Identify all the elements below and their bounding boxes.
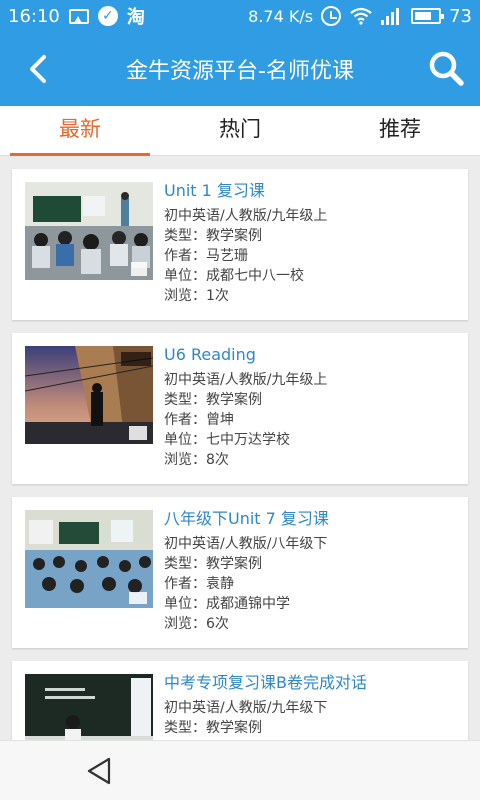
lesson-views: 浏览：6次 [164, 616, 229, 632]
lesson-type: 类型：教学案例 [164, 392, 262, 408]
app-header: 金牛资源平台-名师优课 [0, 32, 480, 106]
alarm-icon [321, 6, 342, 26]
network-speed: 8.74 K/s [248, 6, 314, 26]
lesson-school: 单位：成都通锦中学 [164, 596, 290, 612]
lesson-info: 中考专项复习课B卷完成对话 初中英语/人教版/九年级下 类型：教学案例 [164, 672, 462, 738]
status-time: 16:10 [8, 5, 60, 27]
lesson-school: 单位：成都七中八一校 [164, 268, 304, 284]
lesson-thumbnail [25, 510, 153, 608]
lesson-subject: 初中英语/人教版/九年级上 [164, 372, 328, 388]
lesson-info: 八年级下Unit 7 复习课 初中英语/人教版/八年级下 类型：教学案例 作者：… [164, 508, 462, 634]
lesson-views: 浏览：8次 [164, 452, 229, 468]
check-icon: ✓ [97, 6, 118, 26]
lesson-type: 类型：教学案例 [164, 228, 262, 244]
page-title: 金牛资源平台-名师优课 [126, 59, 354, 84]
lesson-card[interactable]: 中考专项复习课B卷完成对话 初中英语/人教版/九年级下 类型：教学案例 [12, 661, 468, 740]
lesson-subject: 初中英语/人教版/九年级上 [164, 208, 328, 224]
signal-icon [381, 7, 403, 25]
lesson-subject: 初中英语/人教版/九年级下 [164, 700, 328, 716]
lesson-info: U6 Reading 初中英语/人教版/九年级上 类型：教学案例 作者：曾坤 单… [164, 344, 462, 470]
lesson-subject: 初中英语/人教版/八年级下 [164, 536, 328, 552]
lesson-school: 单位：七中万达学校 [164, 432, 290, 448]
tab-latest[interactable]: 最新 [0, 106, 160, 156]
tab-bar: 最新 热门 推荐 [0, 106, 480, 156]
lesson-title[interactable]: 八年级下Unit 7 复习课 [164, 508, 462, 530]
lesson-author: 作者：曾坤 [164, 412, 234, 428]
lesson-author: 作者：马艺珊 [164, 248, 248, 264]
lesson-info: Unit 1 复习课 初中英语/人教版/九年级上 类型：教学案例 作者：马艺珊 … [164, 180, 462, 306]
taobao-icon: 淘 [126, 7, 145, 28]
tab-recommended[interactable]: 推荐 [320, 106, 480, 155]
battery-percent: 73 [449, 5, 472, 27]
lesson-card[interactable]: Unit 1 复习课 初中英语/人教版/九年级上 类型：教学案例 作者：马艺珊 … [12, 169, 468, 320]
lesson-author: 作者：袁静 [164, 576, 234, 592]
lesson-thumbnail [25, 346, 153, 444]
search-icon[interactable] [426, 48, 466, 88]
lesson-list: Unit 1 复习课 初中英语/人教版/九年级上 类型：教学案例 作者：马艺珊 … [0, 157, 480, 740]
tab-hot[interactable]: 热门 [160, 106, 320, 155]
lesson-title[interactable]: U6 Reading [164, 344, 462, 366]
status-bar: 16:10 ✓ 淘 8.74 K/s 73 [0, 0, 480, 32]
lesson-type: 类型：教学案例 [164, 720, 262, 736]
lesson-card[interactable]: U6 Reading 初中英语/人教版/九年级上 类型：教学案例 作者：曾坤 单… [12, 333, 468, 484]
image-icon [68, 8, 89, 24]
lesson-title[interactable]: 中考专项复习课B卷完成对话 [164, 672, 462, 694]
lesson-views: 浏览：1次 [164, 288, 229, 304]
lesson-title[interactable]: Unit 1 复习课 [164, 180, 462, 202]
system-nav-bar [0, 740, 480, 800]
battery-icon [411, 8, 445, 24]
back-arrow-icon[interactable] [20, 50, 58, 88]
lesson-card[interactable]: 八年级下Unit 7 复习课 初中英语/人教版/八年级下 类型：教学案例 作者：… [12, 497, 468, 648]
nav-back-icon[interactable] [84, 755, 116, 787]
lesson-type: 类型：教学案例 [164, 556, 262, 572]
lesson-thumbnail [25, 182, 153, 280]
wifi-icon [350, 7, 372, 25]
lesson-thumbnail [25, 674, 153, 740]
